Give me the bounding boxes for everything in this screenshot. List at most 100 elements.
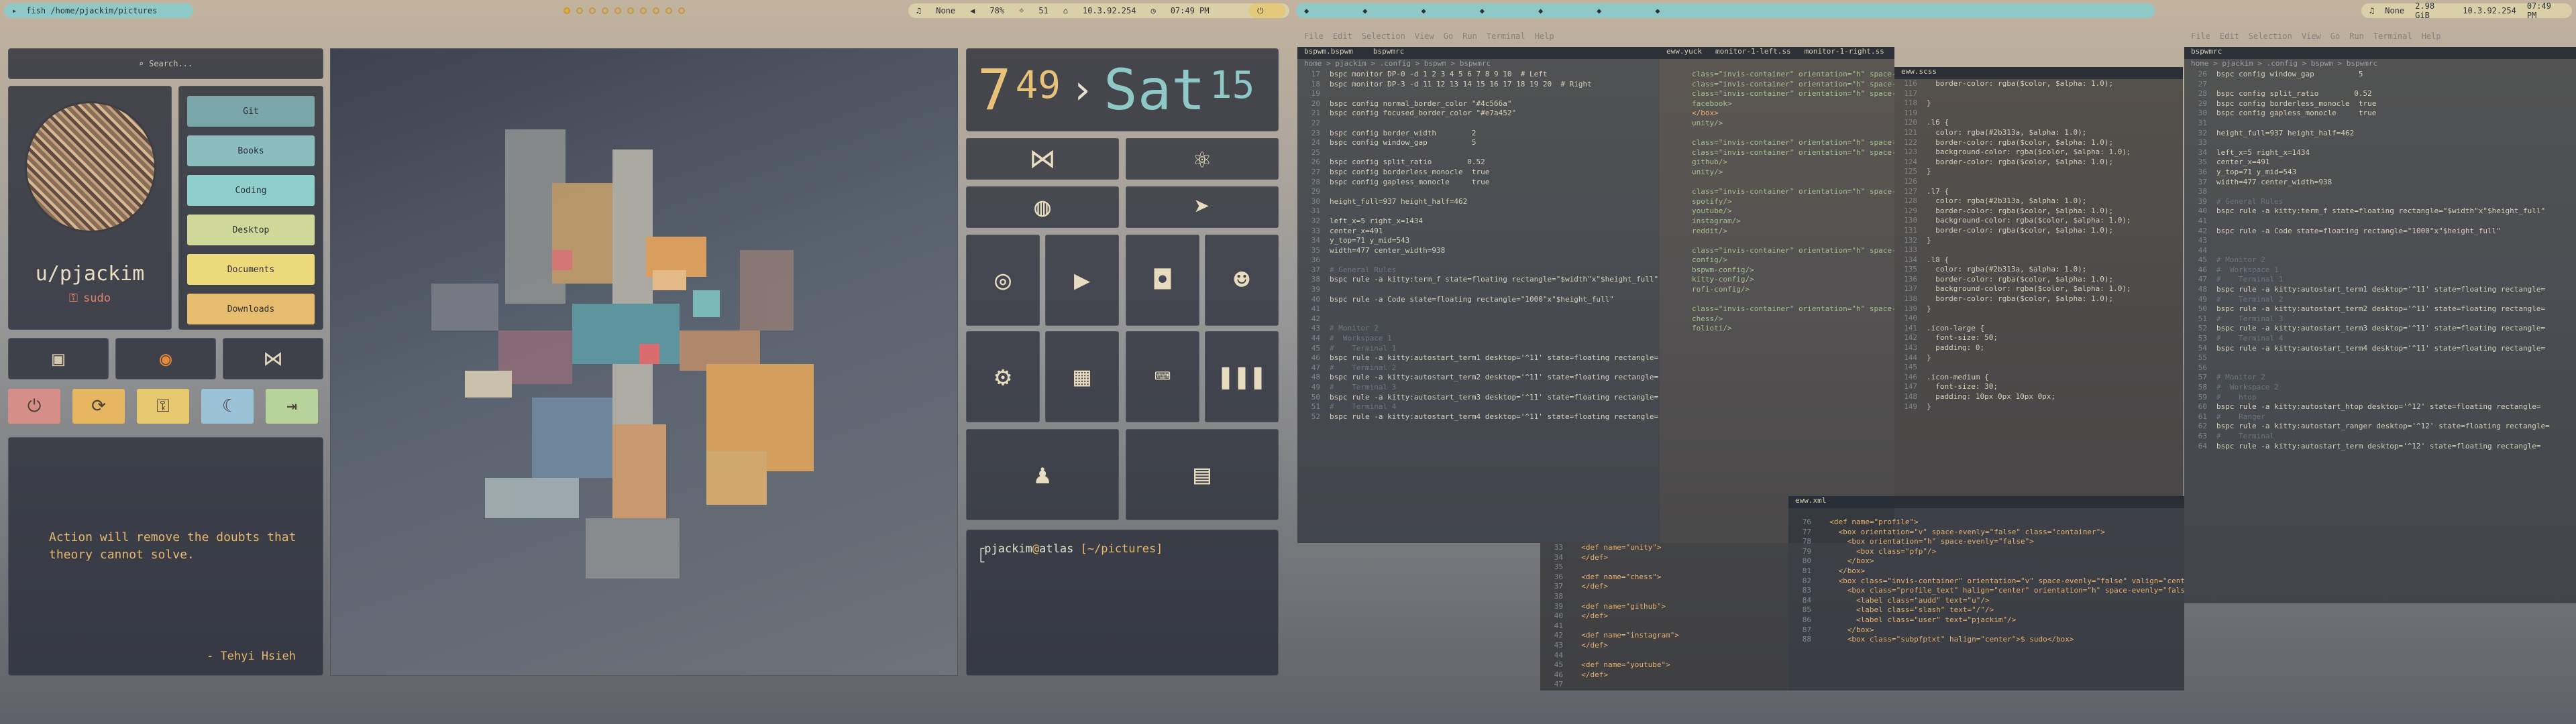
reboot-button[interactable]: ⟳ xyxy=(72,389,125,424)
spotify-shortcut[interactable]: ◎ xyxy=(966,235,1040,326)
keyboard-shortcut[interactable]: ⌨ xyxy=(1126,331,1199,422)
ws-icon-1[interactable]: ◆ xyxy=(1304,6,1309,15)
volume-icon[interactable]: ◀ xyxy=(970,6,975,15)
folder-button-books[interactable]: Books xyxy=(187,135,315,166)
editor-xml-profile[interactable]: eww.xml 76 <def name="profile"> 77 <box o… xyxy=(1788,496,2184,690)
menu-item[interactable]: File xyxy=(1304,32,1324,41)
editor-tab[interactable]: monitor-1-left.ss xyxy=(1715,47,1791,59)
network-icon[interactable]: ⌂ xyxy=(1063,6,1068,15)
folder-button-downloads[interactable]: Downloads xyxy=(187,294,315,324)
layout-shortcut[interactable]: ▦ xyxy=(1045,331,1119,422)
menu-item[interactable]: Terminal xyxy=(2373,32,2412,41)
logout-button[interactable]: ⇥ xyxy=(266,389,318,424)
editor-tab[interactable]: eww.xml xyxy=(1795,496,1826,508)
editor-tab[interactable]: bspwmrc xyxy=(2191,47,2222,59)
editor-xml-defs[interactable]: 33 <def name="unity"> 34 </def> 35 36 <def … xyxy=(1540,543,1788,690)
workspace-dot[interactable] xyxy=(653,7,659,14)
instagram-shortcut[interactable]: ◘ xyxy=(1126,235,1199,326)
workspace-dot[interactable] xyxy=(589,7,596,14)
editor-tab[interactable]: eww.scss xyxy=(1901,67,1937,79)
code-line: 30 height_full=937 height_half=462 xyxy=(1297,197,1660,207)
youtube-shortcut[interactable]: ▶ xyxy=(1045,235,1119,326)
sleep-button[interactable]: ☾ xyxy=(201,389,254,424)
music-icon-right[interactable]: ♫ xyxy=(2369,6,2374,15)
vscode-shortcut[interactable]: ⋈ xyxy=(966,138,1119,180)
ws-icon-5[interactable]: ◆ xyxy=(1538,6,1543,15)
code-line: 129 border-color: rgba($color, $alpha: 1… xyxy=(1894,206,2183,217)
editor-bspwmrc-left[interactable]: bspwm.bspwm bspwmrc home > pjackim > .con… xyxy=(1297,47,1660,543)
line-text: config/> xyxy=(1692,255,1727,265)
menu-item[interactable]: View xyxy=(2302,32,2321,41)
menu-item[interactable]: Run xyxy=(1462,32,1477,41)
menu-item[interactable]: File xyxy=(2191,32,2210,41)
atom-shortcut[interactable]: ⚛ xyxy=(1126,138,1279,180)
folder-button-documents[interactable]: Documents xyxy=(187,254,315,285)
editor-tab[interactable]: bspwm.bspwm xyxy=(1304,47,1353,59)
reddit-shortcut[interactable]: ☻ xyxy=(1205,235,1279,326)
folder-button-git[interactable]: Git xyxy=(187,96,315,127)
workspace-dot[interactable] xyxy=(640,7,647,14)
search-icon: ⌕ xyxy=(138,59,144,68)
workspace-pill-right[interactable]: ◆ ◆ ◆ ◆ ◆ ◆ ◆ xyxy=(1296,3,2155,18)
telegram-shortcut[interactable]: ➤ xyxy=(1126,186,1279,228)
shutdown-button[interactable]: ⏻ xyxy=(8,389,60,424)
menu-item[interactable]: Edit xyxy=(1333,32,1352,41)
firefox-button[interactable]: ◉ xyxy=(115,338,216,379)
line-text: <box class="pfp"/> xyxy=(1821,546,1937,556)
editor-menubar-right: File Edit Selection View Go Run Terminal Help xyxy=(2184,29,2441,43)
image-viewer-button[interactable]: ▣ xyxy=(8,338,109,379)
code-line: 29 bspc config borderless_monocle true xyxy=(2184,99,2576,109)
brightness-icon[interactable]: ☼ xyxy=(1019,6,1024,15)
workspace-dot[interactable] xyxy=(602,7,608,14)
github-shortcut[interactable]: ◍ xyxy=(966,186,1119,228)
menu-item[interactable]: Edit xyxy=(2220,32,2239,41)
menu-item[interactable]: Run xyxy=(2349,32,2364,41)
line-number: 50 xyxy=(2198,304,2207,314)
menu-item[interactable]: Go xyxy=(1444,32,1453,41)
menu-item[interactable]: Help xyxy=(1535,32,1554,41)
folder-button-coding[interactable]: Coding xyxy=(187,175,315,206)
vscode-button[interactable]: ⋈ xyxy=(223,338,323,379)
workspace-dot[interactable] xyxy=(564,7,570,14)
workspace-indicator[interactable] xyxy=(564,7,685,14)
folder-button-desktop[interactable]: Desktop xyxy=(187,215,315,245)
editor-tab[interactable]: bspwmrc xyxy=(1373,47,1404,59)
code-line: 31 xyxy=(2184,119,2576,129)
editor-bspwmrc-right[interactable]: bspwmrc home > pjackim > .config > bspwm… xyxy=(2184,47,2576,603)
workspace-dot[interactable] xyxy=(614,7,621,14)
ws-icon-3[interactable]: ◆ xyxy=(1421,6,1426,15)
menu-item[interactable]: Go xyxy=(2330,32,2340,41)
line-text: bspc rule -a Code state=floating rectang… xyxy=(1330,294,1614,304)
workspace-dot[interactable] xyxy=(665,7,672,14)
ws-icon-2[interactable]: ◆ xyxy=(1362,6,1367,15)
line-number: 145 xyxy=(1904,363,1917,372)
code-line: 44 xyxy=(1540,651,1788,661)
menu-item[interactable]: Help xyxy=(2422,32,2441,41)
editor-scss[interactable]: eww.scss 116 border-color: rgba($color, … xyxy=(1894,67,2183,496)
workspace-dot[interactable] xyxy=(627,7,634,14)
ws-icon-4[interactable]: ◆ xyxy=(1480,6,1485,15)
terminal-title-pill[interactable]: ▸ fish /home/pjackim/pictures xyxy=(4,3,193,18)
power-pill-left[interactable]: ⏻ xyxy=(1249,3,1285,18)
workspace-dot[interactable] xyxy=(678,7,685,14)
menu-item[interactable]: Selection xyxy=(2249,32,2292,41)
terminal-window[interactable]: ┌pjackim@atlas [~/pictures] └ xyxy=(966,530,1279,676)
search-box[interactable]: ⌕ Search... xyxy=(8,48,323,79)
editor-yuck[interactable]: eww.yuck monitor-1-left.ss monitor-1-right… xyxy=(1660,47,1894,543)
workspace-dot[interactable] xyxy=(576,7,583,14)
line-number: 56 xyxy=(2198,363,2207,372)
menu-item[interactable]: Terminal xyxy=(1487,32,1525,41)
ws-icon-7[interactable]: ◆ xyxy=(1655,6,1660,15)
ws-icon-6[interactable]: ◆ xyxy=(1597,6,1601,15)
settings-shortcut[interactable]: ⚙ xyxy=(966,331,1040,422)
editor-tab[interactable]: eww.yuck xyxy=(1666,47,1702,59)
menu-item[interactable]: View xyxy=(1415,32,1434,41)
editor-tab[interactable]: monitor-1-right.ss xyxy=(1805,47,1884,59)
books-shortcut[interactable]: ❚❚❚ xyxy=(1205,331,1279,422)
reader-shortcut[interactable]: ▤ xyxy=(1126,429,1279,520)
code-line: 34 left_x=5 right_x=1434 xyxy=(2184,148,2576,158)
menu-item[interactable]: Selection xyxy=(1362,32,1405,41)
music-icon[interactable]: ♫ xyxy=(916,6,921,15)
lock-button[interactable]: ⚿ xyxy=(137,389,189,424)
chess-shortcut[interactable]: ♟ xyxy=(966,429,1119,520)
